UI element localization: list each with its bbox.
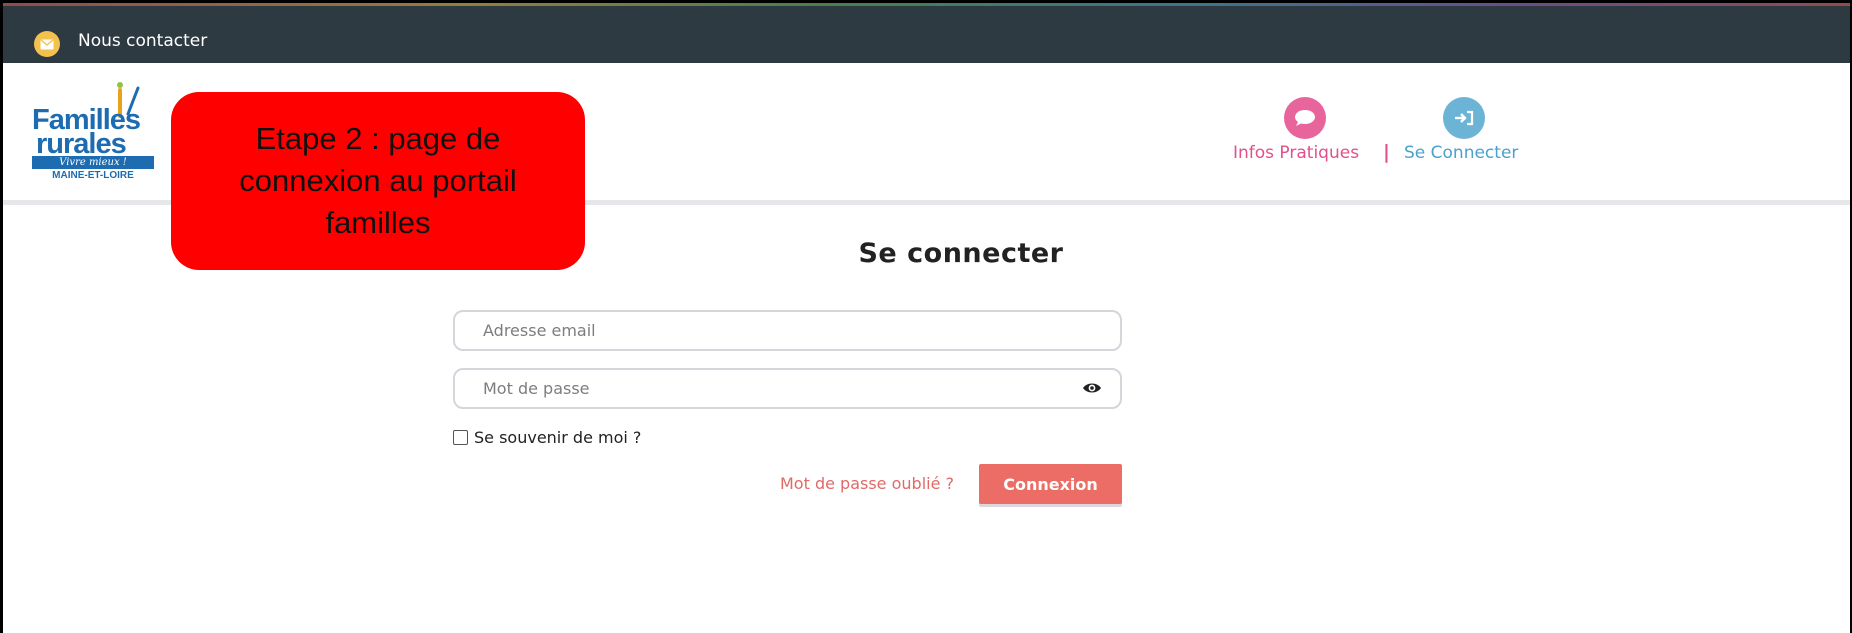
login-button[interactable]: Connexion — [979, 464, 1122, 504]
forgot-password-link[interactable]: Mot de passe oublié ? — [780, 474, 954, 493]
contact-link[interactable]: Nous contacter — [78, 31, 207, 51]
sign-in-icon[interactable] — [1443, 97, 1485, 139]
remember-me[interactable]: Se souvenir de moi ? — [453, 428, 641, 447]
logo-tagline: Vivre mieux ! — [32, 156, 154, 169]
remember-checkbox[interactable] — [453, 430, 468, 445]
nav-separator: | — [1383, 141, 1390, 163]
password-field[interactable] — [453, 368, 1122, 409]
email-field[interactable] — [453, 310, 1122, 351]
logo-region: MAINE-ET-LOIRE — [52, 170, 134, 181]
top-bar — [3, 3, 1850, 63]
page-title: Se connecter — [858, 238, 1064, 269]
nav-se-connecter[interactable]: Se Connecter — [1404, 143, 1518, 163]
nav-infos-pratiques[interactable]: Infos Pratiques — [1233, 143, 1359, 163]
eye-icon[interactable] — [1082, 380, 1102, 396]
top-bar-accent — [3, 3, 1850, 6]
envelope-icon[interactable] — [34, 31, 60, 57]
remember-label: Se souvenir de moi ? — [474, 428, 642, 447]
site-logo[interactable]: Familles rurales Vivre mieux ! MAINE-ET-… — [32, 80, 162, 190]
chat-bubble-icon[interactable] — [1284, 97, 1326, 139]
